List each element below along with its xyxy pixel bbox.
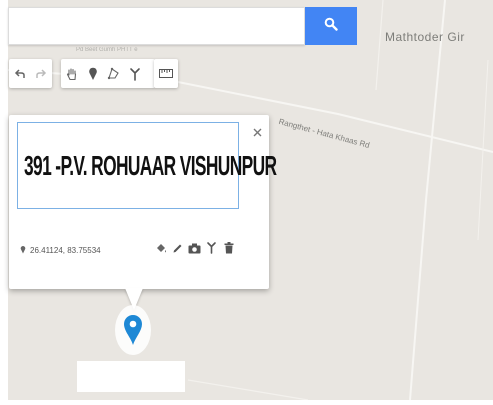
style-button[interactable] [152,241,169,259]
add-marker-button[interactable] [82,59,103,88]
undo-button[interactable] [9,59,30,88]
redo-icon [35,68,47,80]
history-toolbar [9,59,52,88]
close-icon [253,124,262,142]
place-title: 391 -P.V. ROHUAAR VISHUNPUR [24,149,277,181]
draw-toolbar [61,59,155,88]
coordinates-row: 26.41124, 83.75534 [20,245,101,256]
blank-label-box [77,361,185,392]
close-button[interactable] [249,125,265,141]
measure-button[interactable] [154,59,178,88]
redo-button[interactable] [30,59,51,88]
search-box [8,7,305,45]
search-button[interactable] [305,7,357,45]
map-marker[interactable] [122,314,144,351]
location-pin-icon [20,245,30,256]
pencil-icon [172,241,183,259]
draw-line-button[interactable] [103,59,124,88]
trash-icon [224,241,234,259]
place-label: Mathtoder Gir [385,30,465,44]
location-marker-icon [122,315,144,350]
coordinates-text: 26.41124, 83.75534 [30,246,101,255]
hand-icon [66,67,78,81]
card-actions [152,241,237,259]
faint-road-label: Pd Beet Gumh PHTT e [76,47,138,53]
measure-toolbar [154,59,178,88]
search-icon [324,17,338,36]
camera-icon [188,241,201,259]
paint-bucket-icon [155,241,167,259]
route-icon [206,241,217,259]
undo-icon [14,68,26,80]
pan-tool-button[interactable] [61,59,82,88]
search-input[interactable] [9,8,304,44]
polygon-icon [107,67,120,80]
directions-button[interactable] [124,59,145,88]
info-card: 391 -P.V. ROHUAAR VISHUNPUR 26.41124, 83… [9,115,277,289]
ruler-icon [159,69,173,78]
placemark-icon [88,67,98,81]
delete-button[interactable] [220,241,237,259]
title-field[interactable]: 391 -P.V. ROHUAAR VISHUNPUR [17,122,277,209]
route-icon [129,67,141,81]
directions-to-here-button[interactable] [203,241,220,259]
edit-button[interactable] [169,241,186,259]
add-photo-button[interactable] [186,241,203,259]
